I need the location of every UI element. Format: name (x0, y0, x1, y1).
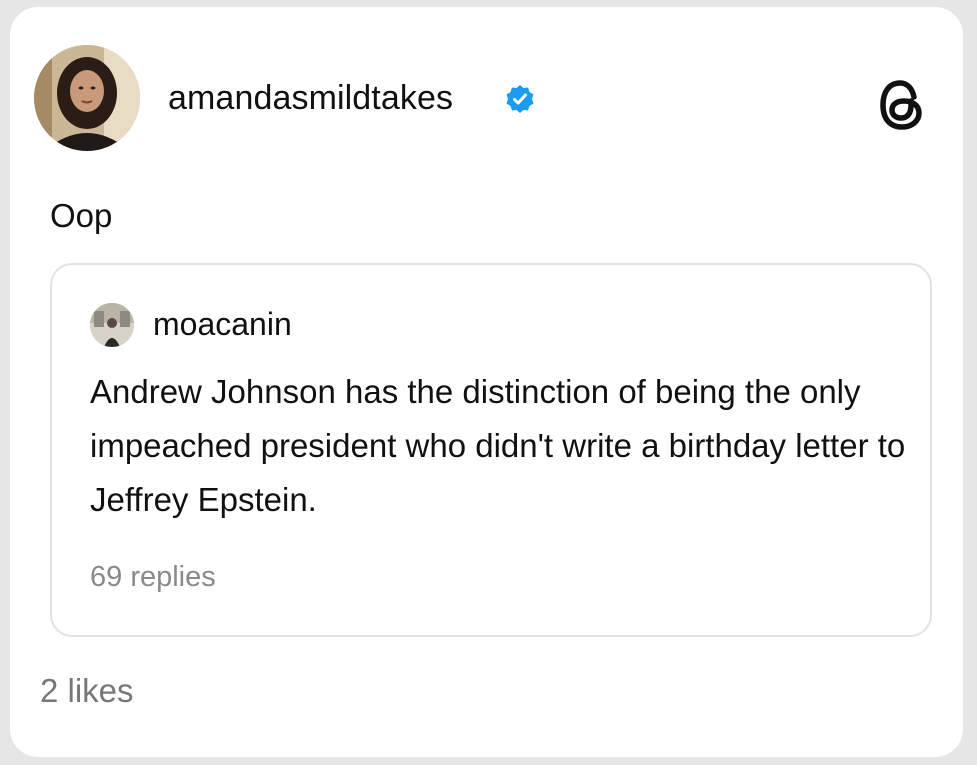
quoted-post-text: Andrew Johnson has the distinction of be… (90, 373, 906, 518)
threads-post-card: amandasmildtakes Oop moacanin Andrew Joh… (10, 7, 963, 757)
quoted-author-username[interactable]: moacanin (153, 306, 292, 343)
quoted-author-avatar[interactable] (90, 303, 134, 347)
threads-logo-icon[interactable] (876, 77, 928, 133)
author-avatar[interactable] (34, 45, 140, 151)
post-text: Oop (50, 197, 113, 234)
likes-count[interactable]: 2 likes (40, 672, 134, 710)
quoted-post-replies-count[interactable]: 69 replies (90, 561, 216, 594)
author-username[interactable]: amandasmildtakes (168, 79, 453, 118)
quoted-post-card[interactable]: moacanin Andrew Johnson has the distinct… (50, 263, 932, 637)
verified-badge-icon (505, 84, 535, 114)
